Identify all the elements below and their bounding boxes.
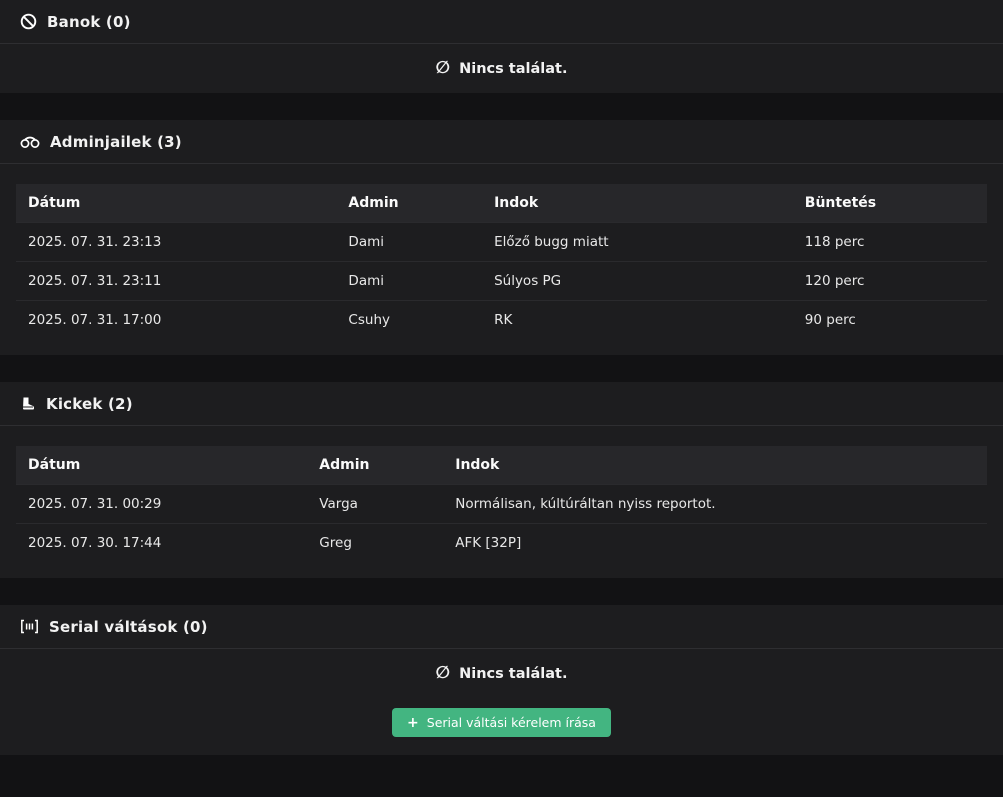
table-cell: AFK [32P] — [443, 523, 987, 562]
section-serial-valtasok: Serial váltások (0) ∅ Nincs találat. + S… — [0, 605, 1003, 755]
section-title: Banok (0) — [47, 13, 131, 31]
kick-table-wrap: Dátum Admin Indok 2025. 07. 31. 00:29 Va… — [0, 426, 1003, 578]
empty-set-icon: ∅ — [436, 665, 451, 682]
boot-icon — [20, 396, 36, 412]
table-row: 2025. 07. 31. 23:11 Dami Súlyos PG 120 p… — [16, 261, 987, 300]
page: Banok (0) ∅ Nincs találat. Adminjailek (… — [0, 0, 1003, 797]
empty-state: ∅ Nincs találat. — [0, 649, 1003, 698]
column-header: Admin — [307, 446, 443, 484]
table-cell: Dami — [336, 222, 482, 261]
section-serial-header: Serial váltások (0) — [0, 605, 1003, 649]
column-header: Admin — [336, 184, 482, 222]
section-kickek: Kickek (2) Dátum Admin Indok 2025. 07. 3… — [0, 382, 1003, 578]
serial-request-label: Serial váltási kérelem írása — [427, 715, 596, 730]
table-cell: 2025. 07. 30. 17:44 — [16, 523, 307, 562]
section-adminjailek: Adminjailek (3) Dátum Admin Indok Büntet… — [0, 120, 1003, 355]
table-row: 2025. 07. 31. 00:29 Varga Normálisan, kú… — [16, 484, 987, 523]
table-cell: 118 perc — [793, 222, 987, 261]
table-row: 2025. 07. 30. 17:44 Greg AFK [32P] — [16, 523, 987, 562]
table-cell: 2025. 07. 31. 23:11 — [16, 261, 336, 300]
table-cell: 90 perc — [793, 300, 987, 339]
section-kickek-header: Kickek (2) — [0, 382, 1003, 426]
table-header-row: Dátum Admin Indok Büntetés — [16, 184, 987, 222]
table-cell: Dami — [336, 261, 482, 300]
barcode-icon — [20, 619, 39, 634]
adminjail-table: Dátum Admin Indok Büntetés 2025. 07. 31.… — [16, 184, 987, 339]
table-row: 2025. 07. 31. 23:13 Dami Előző bugg miat… — [16, 222, 987, 261]
column-header: Indok — [482, 184, 793, 222]
table-cell: Előző bugg miatt — [482, 222, 793, 261]
column-header: Büntetés — [793, 184, 987, 222]
column-header: Indok — [443, 446, 987, 484]
table-cell: Normálisan, kúltúráltan nyiss reportot. — [443, 484, 987, 523]
table-cell: Varga — [307, 484, 443, 523]
table-cell: Greg — [307, 523, 443, 562]
column-header: Dátum — [16, 184, 336, 222]
column-header: Dátum — [16, 446, 307, 484]
section-title: Adminjailek (3) — [50, 133, 182, 151]
table-header-row: Dátum Admin Indok — [16, 446, 987, 484]
empty-state: ∅ Nincs találat. — [0, 44, 1003, 93]
serial-request-button[interactable]: + Serial váltási kérelem írása — [392, 708, 611, 737]
ban-icon — [20, 13, 37, 30]
table-cell: Csuhy — [336, 300, 482, 339]
section-banok-header: Banok (0) — [0, 0, 1003, 44]
empty-text: Nincs találat. — [459, 666, 567, 682]
section-banok: Banok (0) ∅ Nincs találat. — [0, 0, 1003, 93]
table-cell: Súlyos PG — [482, 261, 793, 300]
table-cell: 2025. 07. 31. 17:00 — [16, 300, 336, 339]
empty-text: Nincs találat. — [459, 61, 567, 77]
table-row: 2025. 07. 31. 17:00 Csuhy RK 90 perc — [16, 300, 987, 339]
table-cell: 2025. 07. 31. 23:13 — [16, 222, 336, 261]
plus-icon: + — [407, 716, 419, 730]
handcuffs-icon — [20, 134, 40, 149]
section-adminjailek-header: Adminjailek (3) — [0, 120, 1003, 164]
section-title: Serial váltások (0) — [49, 618, 208, 636]
table-cell: 2025. 07. 31. 00:29 — [16, 484, 307, 523]
kick-table: Dátum Admin Indok 2025. 07. 31. 00:29 Va… — [16, 446, 987, 562]
empty-set-icon: ∅ — [436, 60, 451, 77]
table-cell: 120 perc — [793, 261, 987, 300]
serial-button-row: + Serial váltási kérelem írása — [0, 698, 1003, 755]
table-cell: RK — [482, 300, 793, 339]
adminjail-table-wrap: Dátum Admin Indok Büntetés 2025. 07. 31.… — [0, 164, 1003, 355]
section-title: Kickek (2) — [46, 395, 133, 413]
